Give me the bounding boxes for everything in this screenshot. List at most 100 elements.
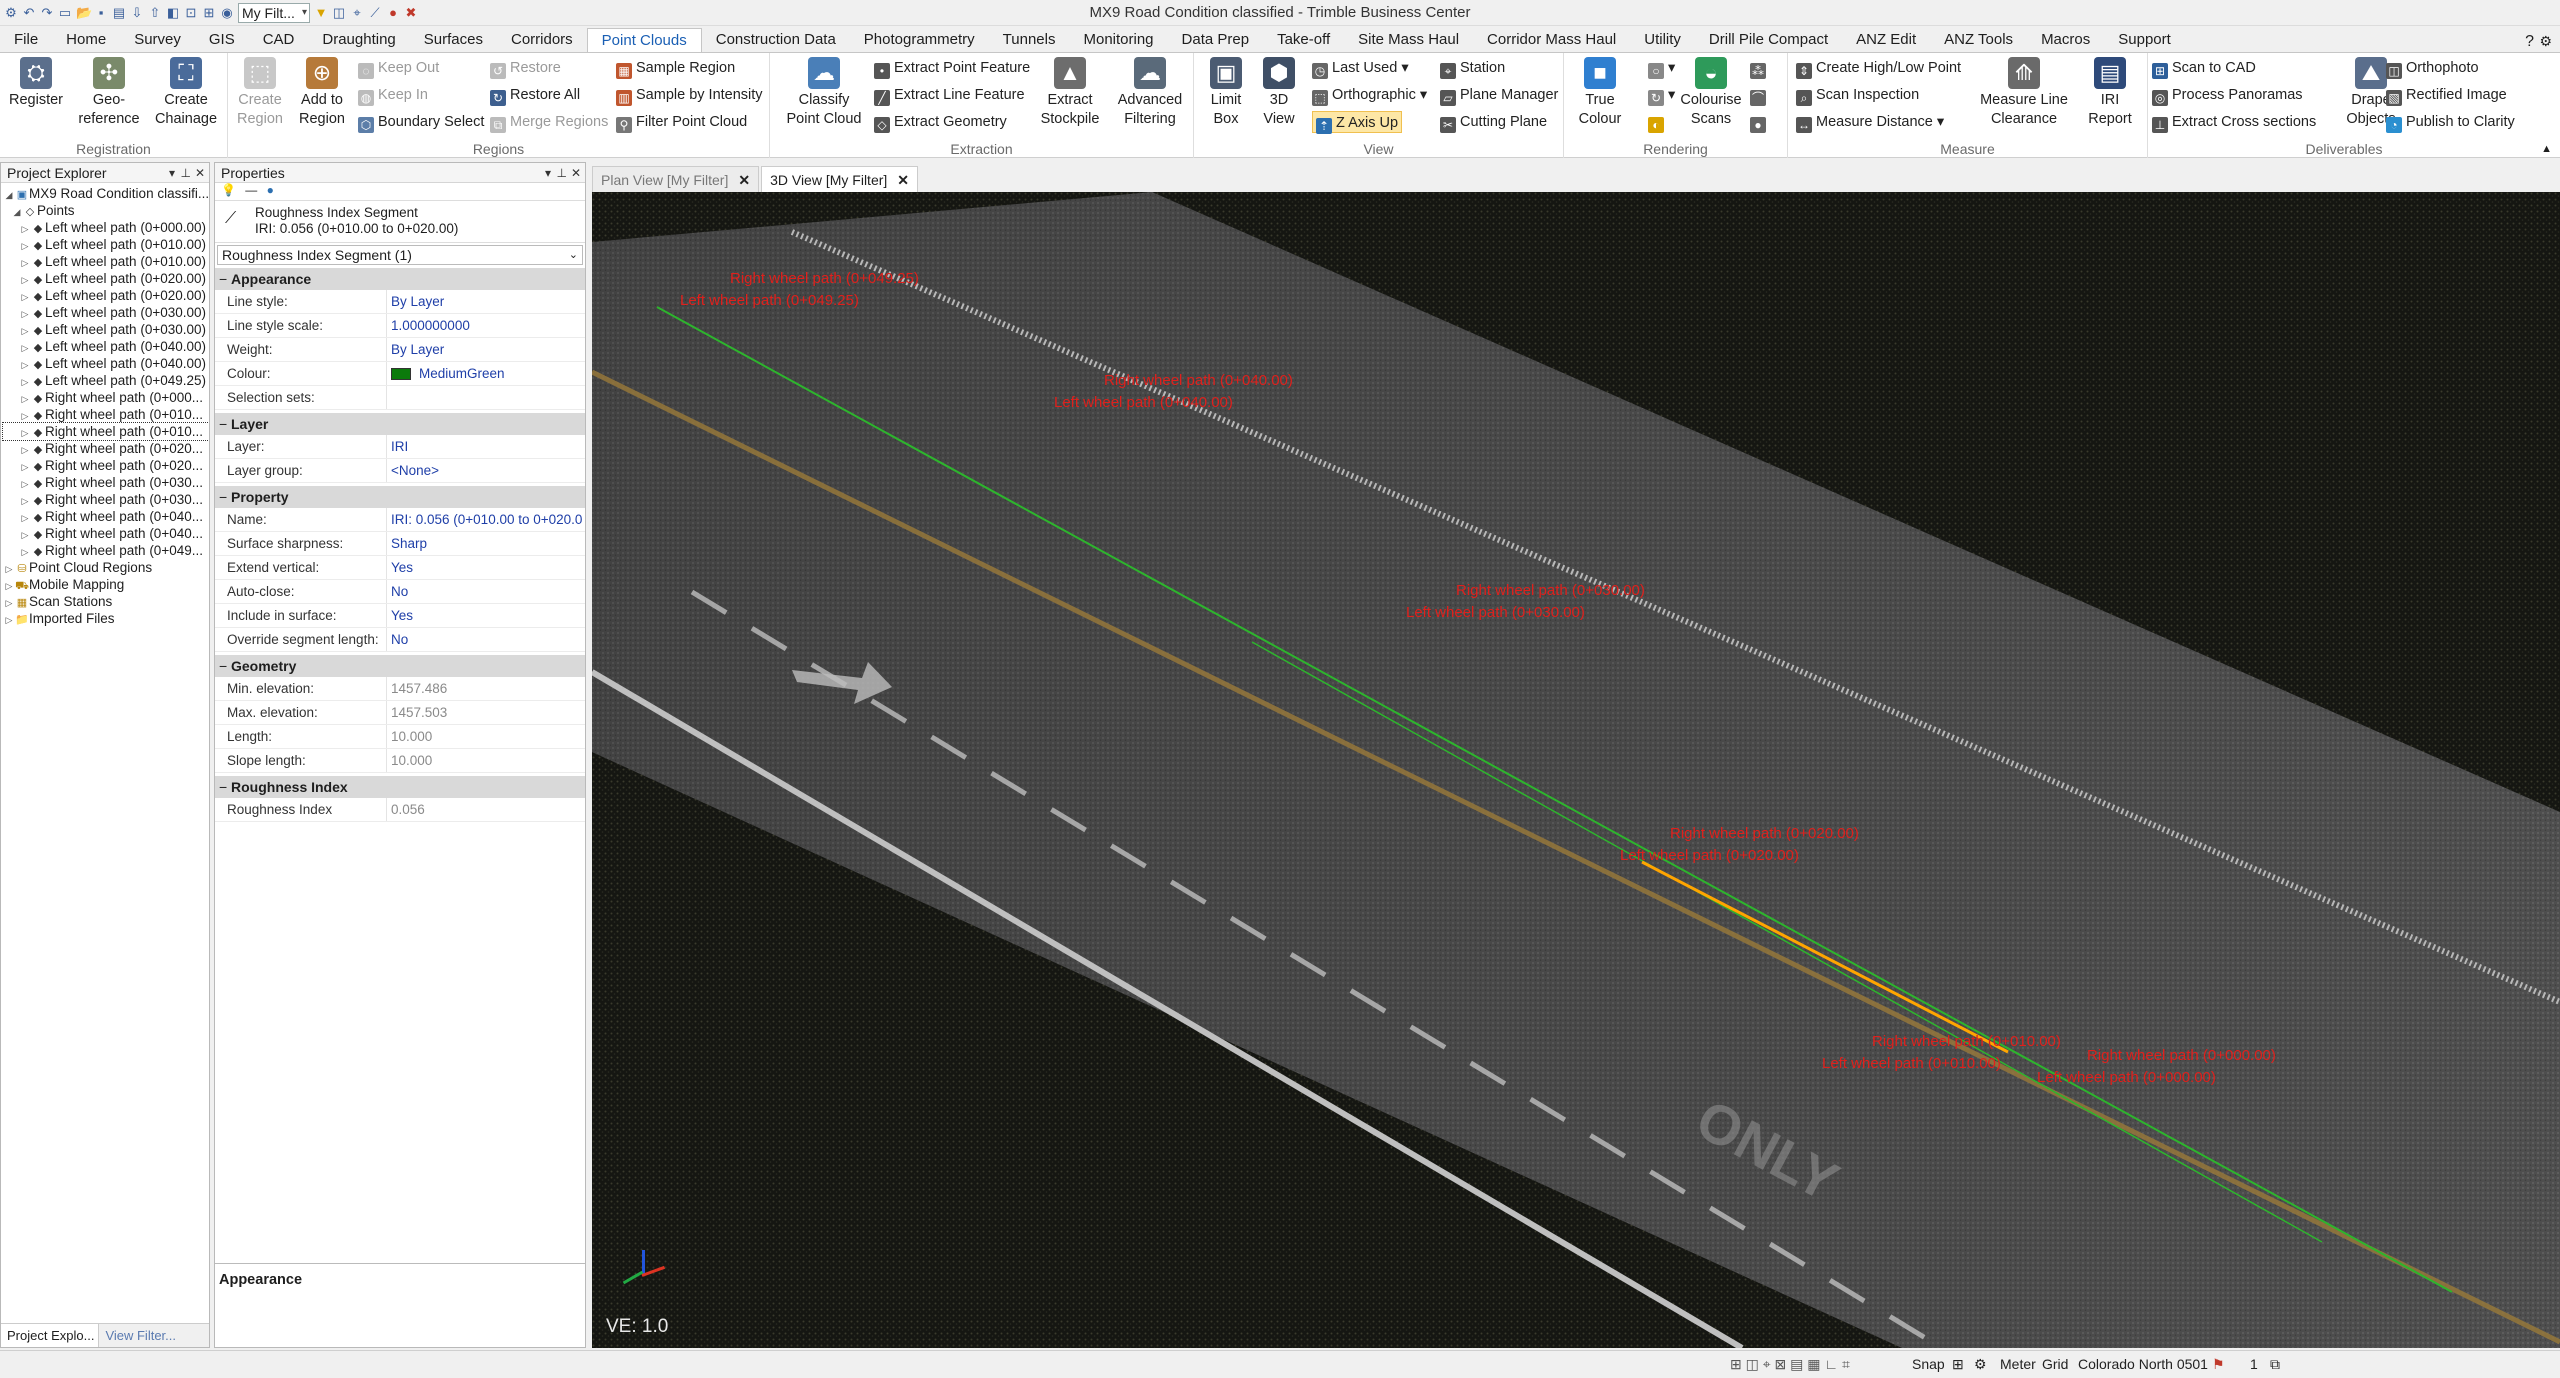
tree-point-item[interactable]: ▷ ◆ Right wheel path (0+000...: [3, 389, 209, 406]
section-layer[interactable]: Layer: [215, 413, 585, 435]
dropdown-icon[interactable]: ▾: [169, 163, 175, 183]
z-axis-up-button[interactable]: ⇡ Z Axis Up: [1312, 111, 1403, 134]
tree-point-item[interactable]: ▷ ◆ Left wheel path (0+010.00): [3, 253, 209, 270]
tree-point-item[interactable]: ▷ ◆ Right wheel path (0+020...: [3, 440, 209, 457]
boundary-select-button[interactable]: ⬡ Boundary Select: [358, 111, 484, 133]
menu-anz-tools[interactable]: ANZ Tools: [1930, 28, 2027, 52]
menu-draughting[interactable]: Draughting: [308, 28, 409, 52]
menu-construction-data[interactable]: Construction Data: [702, 28, 850, 52]
measure-icon[interactable]: ⟋: [368, 6, 382, 20]
camera-icon[interactable]: ◉: [220, 6, 234, 20]
help-icon[interactable]: ?: [2525, 33, 2534, 51]
close-icon[interactable]: ✕: [195, 163, 205, 183]
tree-point-item[interactable]: ▷ ◆ Right wheel path (0+040...: [3, 508, 209, 525]
select-icon[interactable]: ◧: [166, 6, 180, 20]
menu-take-off[interactable]: Take-off: [1263, 28, 1344, 52]
menu-survey[interactable]: Survey: [120, 28, 195, 52]
orthophoto-button[interactable]: ◫ Orthophoto: [2386, 57, 2479, 79]
section-appearance[interactable]: Appearance: [215, 268, 585, 290]
restore-button[interactable]: ↺ Restore: [490, 57, 561, 79]
pin-icon[interactable]: ⊥: [181, 163, 191, 183]
menu-data-prep[interactable]: Data Prep: [1168, 28, 1264, 52]
restore-all-button[interactable]: ↻ Restore All: [490, 84, 580, 106]
property-value[interactable]: IRI: 0.056 (0+010.00 to 0+020.0: [387, 508, 585, 531]
keep-out-button[interactable]: ◌ Keep Out: [358, 57, 439, 79]
link-icon[interactable]: ●: [267, 183, 274, 197]
close-icon[interactable]: ✕: [738, 172, 750, 188]
extract-geometry-button[interactable]: ◇ Extract Geometry: [874, 111, 1007, 133]
collapse-ribbon-icon[interactable]: ▲: [2541, 143, 2552, 155]
tree-mobile-mapping[interactable]: ▷ ⛟Mobile Mapping: [3, 576, 209, 593]
create-high-low-point-button[interactable]: ⇕ Create High/Low Point: [1796, 57, 1961, 79]
shading-button[interactable]: ⌒: [1750, 84, 1770, 106]
view-filter-select[interactable]: My Filt...: [238, 3, 310, 23]
tree-point-item[interactable]: ▷ ◆ Left wheel path (0+049.25): [3, 372, 209, 389]
rectified-image-button[interactable]: ▧ Rectified Image: [2386, 84, 2507, 106]
menu-gis[interactable]: GIS: [195, 28, 249, 52]
tab-project-explorer[interactable]: Project Explo...: [1, 1324, 100, 1347]
last-used-button[interactable]: ◷ Last Used ▾: [1312, 57, 1409, 79]
tree-imported-files[interactable]: ▷ 📁Imported Files: [3, 610, 209, 627]
property-value[interactable]: Sharp: [387, 532, 585, 555]
menu-anz-edit[interactable]: ANZ Edit: [1842, 28, 1930, 52]
classify-point-cloud-button[interactable]: ☁ Classify Point Cloud: [780, 57, 868, 129]
menu-file[interactable]: File: [0, 28, 52, 52]
property-value[interactable]: Yes: [387, 556, 585, 579]
new-icon[interactable]: ▭: [58, 6, 72, 20]
menu-corridors[interactable]: Corridors: [497, 28, 587, 52]
tree-point-item[interactable]: ▷ ◆ Left wheel path (0+020.00): [3, 287, 209, 304]
tree-root[interactable]: ◢ ▣ MX9 Road Condition classifi...: [3, 185, 209, 202]
create-chainage-button[interactable]: ⛶ Create Chainage: [150, 57, 222, 129]
property-value[interactable]: 1.000000000: [387, 314, 585, 337]
tree-point-item[interactable]: ▷ ◆ Left wheel path (0+010.00): [3, 236, 209, 253]
filter-icon[interactable]: ▼: [314, 6, 328, 20]
menu-utility[interactable]: Utility: [1630, 28, 1695, 52]
menu-corridor-mass-haul[interactable]: Corridor Mass Haul: [1473, 28, 1630, 52]
highlight-button[interactable]: ◐: [1648, 111, 1668, 133]
merge-regions-button[interactable]: ⧉ Merge Regions: [490, 111, 608, 133]
section-geometry[interactable]: Geometry: [215, 655, 585, 677]
pin-icon[interactable]: ⊥: [557, 163, 567, 183]
status-icons[interactable]: ⊞ ◫ ⌖ ⊠ ▤ ▦ ∟ ⌗: [1730, 1356, 1850, 1373]
object-selector[interactable]: Roughness Index Segment (1) ⌄: [217, 245, 583, 265]
tree-point-item[interactable]: ▷ ◆ Left wheel path (0+030.00): [3, 321, 209, 338]
tree-point-item[interactable]: ▷ ◆ Left wheel path (0+000.00): [3, 219, 209, 236]
app-icon[interactable]: ⚙: [4, 6, 18, 20]
save-icon[interactable]: ▪: [94, 6, 108, 20]
view-icon[interactable]: ⊞: [202, 6, 216, 20]
tab-3d-view[interactable]: 3D View [My Filter] ✕: [761, 166, 919, 192]
menu-site-mass-haul[interactable]: Site Mass Haul: [1344, 28, 1473, 52]
register-button[interactable]: ⛭ Register: [6, 57, 66, 110]
snap-icon[interactable]: ⌖: [350, 6, 364, 20]
scan-inspection-button[interactable]: ⌕ Scan Inspection: [1796, 84, 1919, 106]
property-value[interactable]: MediumGreen: [387, 362, 585, 385]
tree-point-item[interactable]: ▷ ◆ Right wheel path (0+030...: [3, 491, 209, 508]
colourise-scans-button[interactable]: ◒ Colourise Scans: [1678, 57, 1744, 129]
property-value[interactable]: By Layer: [387, 338, 585, 361]
extract-cross-sections-button[interactable]: ⊥ Extract Cross sections: [2152, 111, 2316, 133]
orthographic-button[interactable]: ⬚ Orthographic ▾: [1312, 84, 1427, 106]
extract-stockpile-button[interactable]: ▲ Extract Stockpile: [1036, 57, 1104, 129]
settings-icon[interactable]: ⚙: [1974, 1356, 1987, 1373]
tree-point-item[interactable]: ▷ ◆ Left wheel path (0+040.00): [3, 355, 209, 372]
tree-point-item[interactable]: ▷ ◆ Left wheel path (0+040.00): [3, 338, 209, 355]
menu-photogrammetry[interactable]: Photogrammetry: [850, 28, 989, 52]
keep-in-button[interactable]: ◍ Keep In: [358, 84, 428, 106]
advanced-filtering-button[interactable]: ☁ Advanced Filtering: [1110, 57, 1190, 129]
true-colour-button[interactable]: ■ True Colour: [1572, 57, 1628, 129]
snap-icon[interactable]: ⊞: [1952, 1356, 1964, 1373]
property-value[interactable]: IRI: [387, 435, 585, 458]
extract-point-feature-button[interactable]: • Extract Point Feature: [874, 57, 1030, 79]
property-value[interactable]: Yes: [387, 604, 585, 627]
property-value[interactable]: By Layer: [387, 290, 585, 313]
plane-manager-button[interactable]: ▱ Plane Manager: [1440, 84, 1558, 106]
section-property[interactable]: Property: [215, 486, 585, 508]
extract-line-feature-button[interactable]: ╱ Extract Line Feature: [874, 84, 1025, 106]
limit-box-button[interactable]: ▣ Limit Box: [1202, 57, 1250, 129]
point-size-button[interactable]: ○ ▾: [1648, 57, 1675, 79]
tree-point-cloud-regions[interactable]: ▷ ⛁ Point Cloud Regions: [3, 559, 209, 576]
tree-scan-stations[interactable]: ▷ ▦ Scan Stations: [3, 593, 209, 610]
tree-point-item[interactable]: ▷ ◆ Right wheel path (0+030...: [3, 474, 209, 491]
collapse-icon[interactable]: —: [245, 183, 257, 197]
print-icon[interactable]: ▤: [112, 6, 126, 20]
